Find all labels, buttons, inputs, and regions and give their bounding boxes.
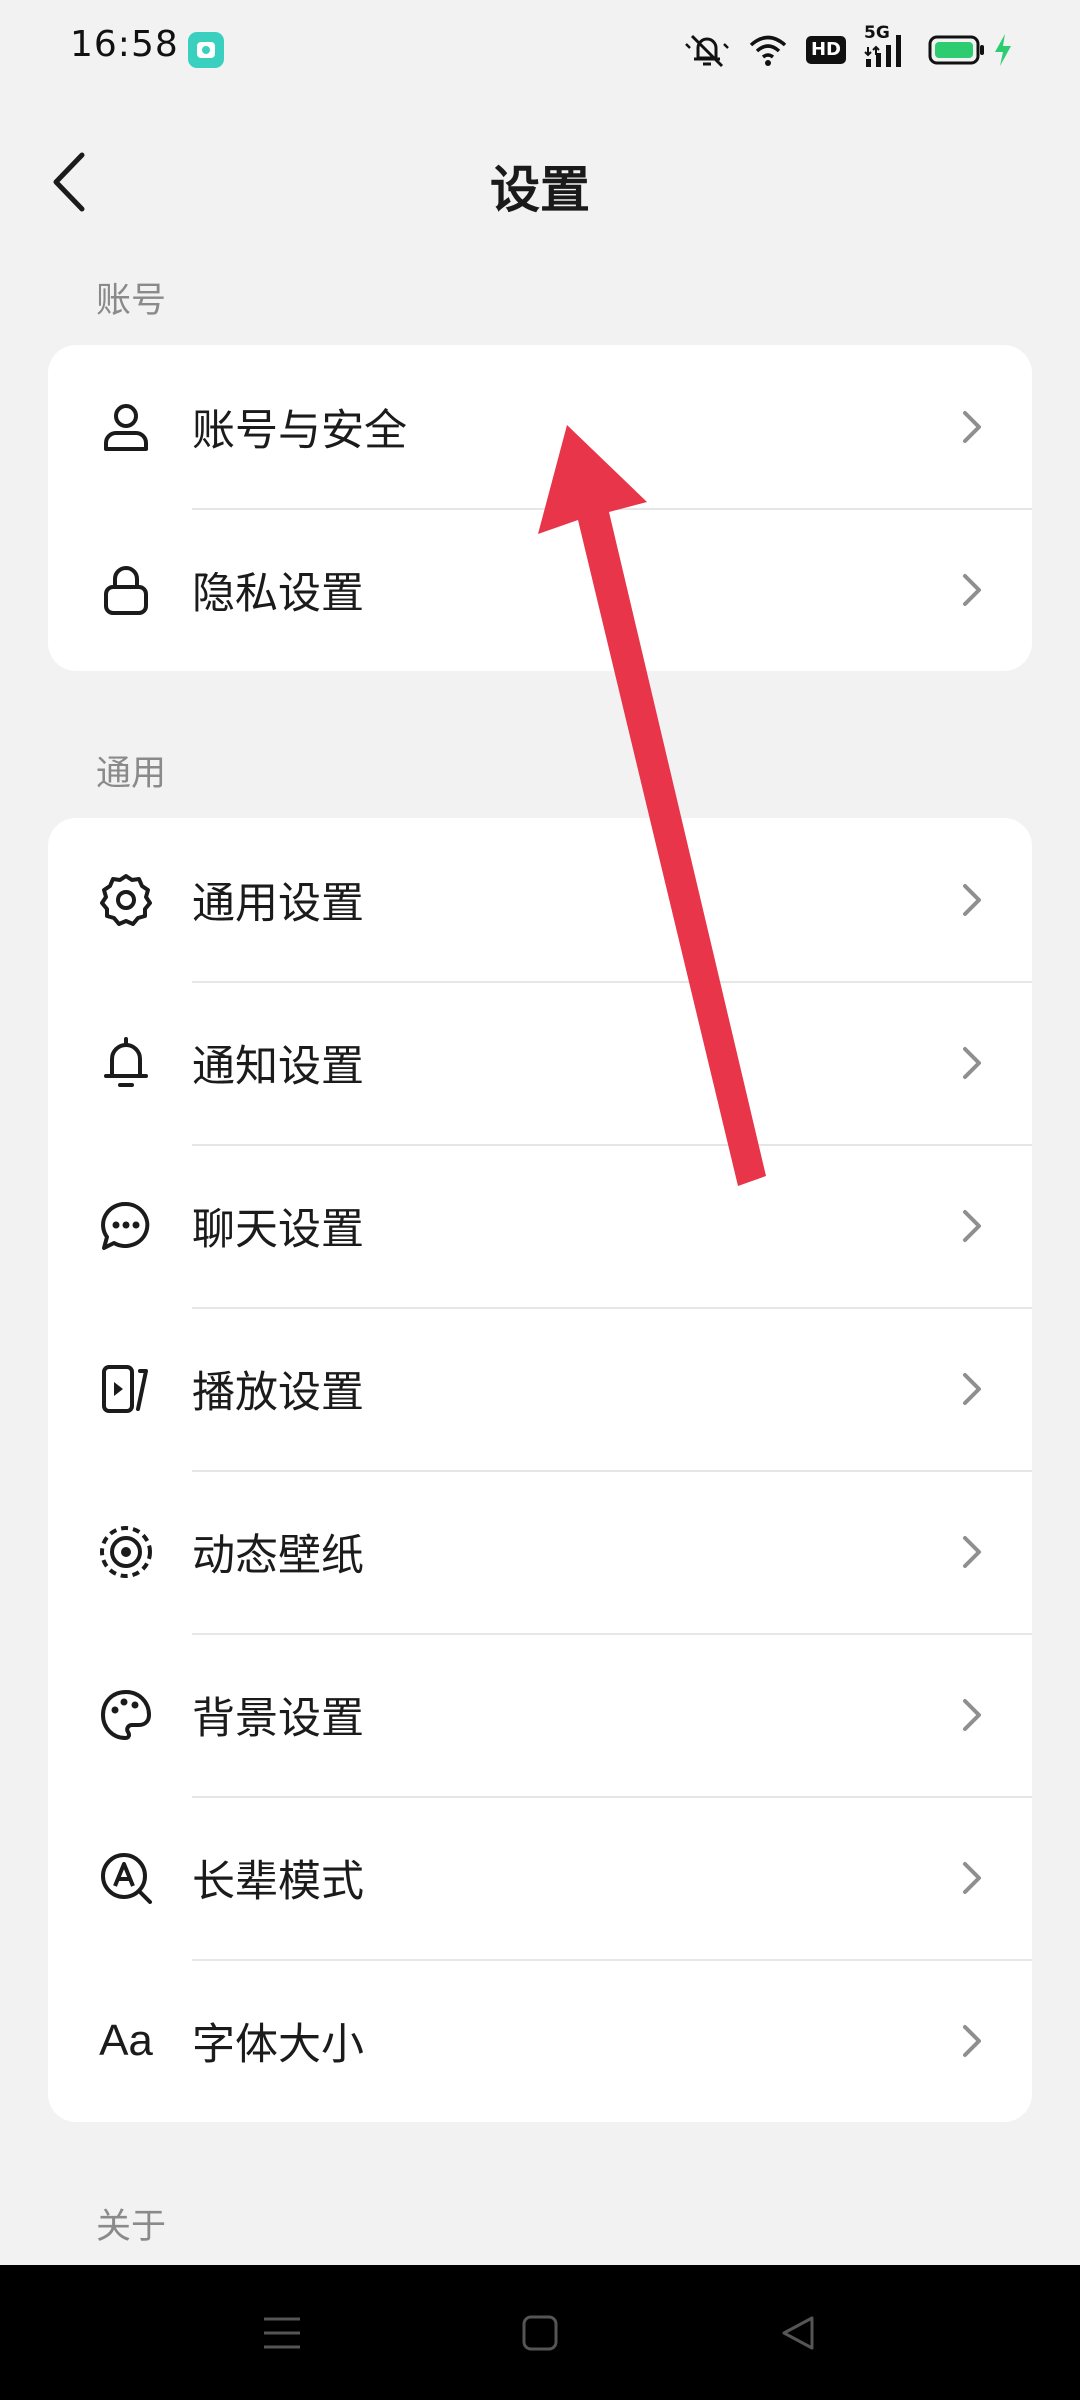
navigation-bar: [0, 2265, 1080, 2400]
palette-icon: [98, 1687, 154, 1743]
status-icons: HD 5G: [684, 23, 1014, 72]
user-icon: [98, 399, 154, 455]
network-label: 5G: [864, 23, 890, 43]
header: 设置: [0, 120, 1080, 240]
settings-item-label: 账号与安全: [192, 405, 407, 456]
settings-item-privacy[interactable]: 隐私设置: [48, 508, 1032, 671]
section-label-about: 关于: [96, 2207, 167, 2247]
status-bar: 16:58 HD 5G: [0, 0, 1080, 100]
chevron-right-icon: [963, 1209, 981, 1242]
bell-icon: [98, 1035, 154, 1091]
account-card: 账号与安全 隐私设置: [48, 345, 1032, 671]
settings-item-label: 动态壁纸: [192, 1530, 364, 1581]
font-size-icon-text: Aa: [99, 2015, 153, 2065]
settings-item-chat[interactable]: 聊天设置: [48, 1144, 1032, 1307]
settings-item-label: 聊天设置: [192, 1204, 364, 1255]
signal-icon: 5G: [864, 23, 910, 69]
chevron-right-icon: [963, 883, 981, 916]
section-label-general: 通用: [96, 754, 167, 794]
page-title: 设置: [490, 161, 590, 219]
chevron-right-icon: [963, 1372, 981, 1405]
settings-item-playback[interactable]: 播放设置: [48, 1307, 1032, 1470]
settings-item-label: 通用设置: [192, 878, 364, 929]
gear-icon: [98, 872, 154, 928]
battery-icon: [928, 34, 986, 66]
section-label-account: 账号: [96, 281, 167, 321]
mute-icon: [684, 30, 730, 70]
settings-item-elder-mode[interactable]: 长辈模式: [48, 1796, 1032, 1959]
chevron-right-icon: [963, 573, 981, 606]
charging-icon: [992, 32, 1014, 68]
settings-item-live-wallpaper[interactable]: 动态壁纸: [48, 1470, 1032, 1633]
chevron-right-icon: [963, 2024, 981, 2057]
lock-icon: [98, 562, 154, 618]
settings-item-account-security[interactable]: 账号与安全: [48, 345, 1032, 508]
chevron-right-icon: [963, 1046, 981, 1079]
chevron-right-icon: [963, 1861, 981, 1894]
app-badge-icon: [188, 32, 224, 68]
menu-icon: [264, 2317, 300, 2348]
play-icon: [98, 1361, 154, 1417]
back-icon: [782, 2316, 814, 2349]
settings-item-notification[interactable]: 通知设置: [48, 981, 1032, 1144]
settings-item-label: 隐私设置: [192, 568, 364, 619]
status-time: 16:58: [70, 24, 179, 65]
wifi-icon: [748, 32, 788, 68]
settings-item-font-size[interactable]: Aa 字体大小: [48, 1959, 1032, 2122]
nav-back-button[interactable]: [738, 2265, 858, 2400]
settings-item-label: 播放设置: [192, 1367, 364, 1418]
elder-mode-icon: [98, 1850, 154, 1906]
menu-button[interactable]: [222, 2265, 342, 2400]
settings-item-general[interactable]: 通用设置: [48, 818, 1032, 981]
settings-item-label: 长辈模式: [192, 1856, 364, 1907]
general-card: 通用设置 通知设置 聊天设置 播放设置 动态壁纸 背景设置 长辈模式 Aa 字体…: [48, 818, 1032, 2122]
hd-label: HD: [805, 36, 846, 64]
chevron-right-icon: [963, 1535, 981, 1568]
chevron-right-icon: [963, 1698, 981, 1731]
home-button[interactable]: [480, 2265, 600, 2400]
settings-item-label: 字体大小: [192, 2019, 364, 2070]
hd-icon: HD: [805, 36, 846, 64]
home-icon: [522, 2315, 558, 2350]
settings-item-label: 通知设置: [192, 1041, 364, 1092]
live-wallpaper-icon: [98, 1524, 154, 1580]
settings-item-background[interactable]: 背景设置: [48, 1633, 1032, 1796]
font-size-icon: Aa: [98, 2013, 154, 2069]
settings-item-label: 背景设置: [192, 1693, 364, 1744]
chevron-right-icon: [963, 410, 981, 443]
chat-bubble-icon: [98, 1198, 154, 1254]
